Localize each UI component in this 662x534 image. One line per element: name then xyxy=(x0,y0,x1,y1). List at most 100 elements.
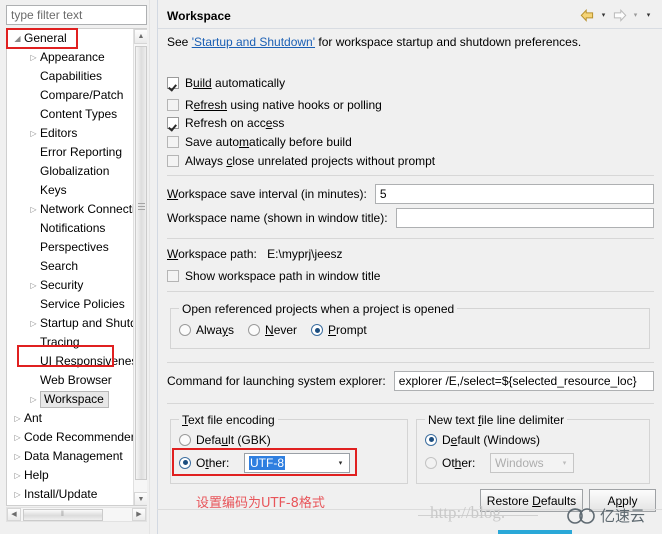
tree-item-security[interactable]: ▷ Security xyxy=(7,276,135,295)
forward-history-caret-icon[interactable]: ▾ xyxy=(630,7,641,24)
tree-item-appearance[interactable]: ▷ Appearance xyxy=(7,48,135,67)
delimiter-other-row[interactable]: Other: xyxy=(425,454,475,471)
encoding-other-combo[interactable]: UTF-8 ▾ xyxy=(244,453,350,473)
tree-item-network-connecti[interactable]: ▷ Network Connecti xyxy=(7,200,135,219)
twisty-collapsed-icon[interactable]: ▷ xyxy=(27,124,40,143)
tree-item-perspectives[interactable]: Perspectives xyxy=(7,238,135,257)
delimiter-default-radio[interactable] xyxy=(425,433,437,446)
tree-vertical-scroll-thumb[interactable] xyxy=(135,46,147,480)
encoding-default-radio[interactable] xyxy=(179,433,191,446)
preferences-tree[interactable]: ◢ General ▷ Appearance Capabilities Compare/P… xyxy=(6,28,147,506)
checkbox-row-refresh-using-native-hooks-or-polling[interactable]: Refresh using native hooks or polling xyxy=(167,96,382,113)
scroll-up-arrow-icon[interactable]: ▲ xyxy=(134,29,147,44)
tree-item-ui-responsiveness[interactable]: UI Responsiveness xyxy=(7,352,143,371)
tree-item-search[interactable]: Search xyxy=(7,257,135,276)
twisty-expanded-icon[interactable]: ◢ xyxy=(11,29,24,48)
radio-always-icon[interactable] xyxy=(179,324,191,336)
tree-vertical-scrollbar[interactable]: ▲ ▼ xyxy=(133,29,147,505)
tree-item-ant[interactable]: ▷ Ant xyxy=(7,409,135,428)
radio-prompt-selected-icon[interactable] xyxy=(311,324,324,336)
tree-item-label: Globalization xyxy=(40,164,110,178)
scroll-down-arrow-icon[interactable]: ▼ xyxy=(134,492,147,505)
twisty-collapsed-icon[interactable]: ▷ xyxy=(27,200,40,219)
referenced-projects-option-prompt[interactable]: Prompt xyxy=(311,323,367,337)
scroll-left-arrow-icon[interactable]: ◀ xyxy=(7,508,21,521)
checkbox-row-refresh-on-access[interactable]: Refresh on access xyxy=(167,114,284,131)
tree-item-compare-patch[interactable]: Compare/Patch xyxy=(7,86,135,105)
referenced-projects-option-never[interactable]: Never xyxy=(248,323,297,337)
twisty-collapsed-icon[interactable]: ▷ xyxy=(11,428,24,447)
encoding-default-row[interactable]: Default (GBK) xyxy=(179,431,271,448)
save-interval-input[interactable] xyxy=(374,184,654,204)
tree-item-content-types[interactable]: Content Types xyxy=(7,105,135,124)
show-workspace-path-row[interactable]: Show workspace path in window title xyxy=(167,267,380,284)
scroll-right-arrow-icon[interactable]: ▶ xyxy=(132,508,146,521)
encoding-other-row[interactable]: Other: xyxy=(179,454,229,471)
back-history-caret-icon[interactable]: ▾ xyxy=(598,7,609,24)
twisty-collapsed-icon[interactable]: ▷ xyxy=(11,409,24,428)
tree-item-tracing[interactable]: Tracing xyxy=(7,333,135,352)
checkbox-row-build-automatically[interactable]: Build automatically xyxy=(167,74,285,91)
checkbox-row-always-close-unrelated-projects-without-prompt[interactable]: Always close unrelated projects without … xyxy=(167,152,435,169)
radio-never-icon[interactable] xyxy=(248,324,261,336)
tree-item-label: Notifications xyxy=(40,221,106,235)
twisty-collapsed-icon[interactable]: ▷ xyxy=(27,314,40,333)
show-workspace-path-checkbox[interactable] xyxy=(167,269,179,282)
workspace-path-row: Workspace path: E:\myprj\jeesz xyxy=(167,247,343,261)
tree-horizontal-scroll-thumb[interactable]: ‖ xyxy=(23,509,103,521)
tree-item-help[interactable]: ▷ Help xyxy=(7,466,135,485)
back-arrow-icon[interactable] xyxy=(579,7,596,24)
twisty-collapsed-icon[interactable]: ▷ xyxy=(11,504,24,505)
twisty-collapsed-icon[interactable]: ▷ xyxy=(11,466,24,485)
checkbox-checked-icon[interactable] xyxy=(167,76,179,89)
twisty-collapsed-icon[interactable]: ▷ xyxy=(27,390,40,409)
checkbox-unchecked-icon[interactable] xyxy=(167,98,179,111)
tree-item-startup-and-shutd[interactable]: ▷ Startup and Shutd xyxy=(7,314,136,333)
tree-item-service-policies[interactable]: Service Policies xyxy=(7,295,135,314)
twisty-collapsed-icon[interactable]: ▷ xyxy=(11,447,24,466)
tree-horizontal-scrollbar[interactable]: ◀ ‖ ▶ xyxy=(6,507,147,522)
forward-arrow-icon[interactable] xyxy=(611,7,628,24)
tree-item-globalization[interactable]: Globalization xyxy=(7,162,135,181)
delimiter-other-combo[interactable]: Windows ▾ xyxy=(490,453,574,473)
filter-input[interactable] xyxy=(6,5,147,25)
workspace-name-label: Workspace name (shown in window title): xyxy=(167,211,388,225)
checkbox-row-save-automatically-before-build[interactable]: Save automatically before build xyxy=(167,133,352,150)
tree-item-install-update[interactable]: ▷ Install/Update xyxy=(7,485,135,504)
tree-item-general[interactable]: ◢ General xyxy=(7,29,135,48)
encoding-other-radio[interactable] xyxy=(179,456,191,469)
tree-item-editors[interactable]: ▷ Editors xyxy=(7,124,135,143)
checkbox-unchecked-icon[interactable] xyxy=(167,135,179,148)
checkbox-label: Build automatically xyxy=(185,75,286,90)
twisty-collapsed-icon[interactable]: ▷ xyxy=(27,48,40,67)
system-explorer-command-input[interactable] xyxy=(393,371,654,391)
checkbox-checked-icon[interactable] xyxy=(167,116,179,129)
tree-item-workspace[interactable]: ▷ Workspace xyxy=(7,390,135,409)
tree-item-capabilities[interactable]: Capabilities xyxy=(7,67,135,86)
startup-shutdown-link[interactable]: 'Startup and Shutdown' xyxy=(192,35,315,49)
twisty-collapsed-icon[interactable]: ▷ xyxy=(27,276,40,295)
tree-item-keys[interactable]: Keys xyxy=(7,181,135,200)
tree-item-label: Code Recommenders xyxy=(24,430,141,444)
tree-item-label: Search xyxy=(40,259,79,273)
tree-item-label: Workspace xyxy=(40,391,109,408)
tree-item-data-management[interactable]: ▷ Data Management xyxy=(7,447,135,466)
tree-item-web-browser[interactable]: Web Browser xyxy=(7,371,135,390)
tree-item-java[interactable]: ▷Java xyxy=(7,504,135,505)
referenced-projects-option-always[interactable]: Always xyxy=(179,323,234,337)
checkbox-unchecked-icon[interactable] xyxy=(167,154,179,167)
tree-item-error-reporting[interactable]: Error Reporting xyxy=(7,143,135,162)
delimiter-default-row[interactable]: Default (Windows) xyxy=(425,431,540,448)
chevron-down-icon[interactable]: ▾ xyxy=(332,454,349,472)
page-menu-caret-icon[interactable]: ▾ xyxy=(643,7,654,24)
cloud-logo-icon xyxy=(567,508,595,524)
checkbox-label: Refresh on access xyxy=(185,115,285,130)
scroll-thumb-grip-icon xyxy=(138,203,145,210)
watermark-logo-text: 亿速云 xyxy=(600,507,646,525)
delimiter-other-radio[interactable] xyxy=(425,456,437,469)
tree-item-notifications[interactable]: Notifications xyxy=(7,219,135,238)
workspace-name-input[interactable] xyxy=(395,208,654,228)
twisty-collapsed-icon[interactable]: ▷ xyxy=(11,485,24,504)
pane-splitter[interactable] xyxy=(149,0,156,534)
tree-item-code-recommenders[interactable]: ▷ Code Recommenders xyxy=(7,428,140,447)
